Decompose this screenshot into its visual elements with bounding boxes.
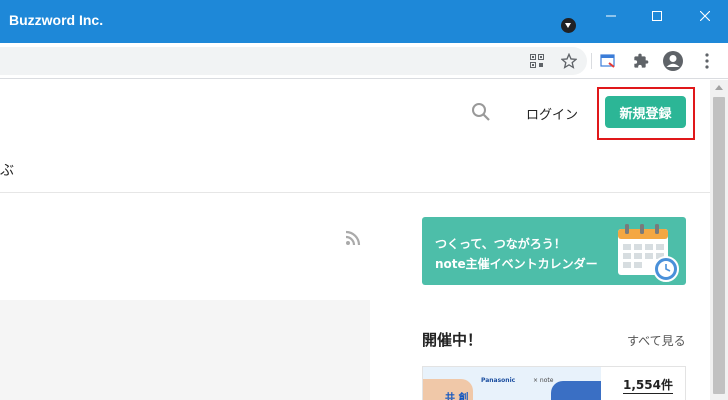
signup-button[interactable]: 新規登録 [605,96,686,128]
star-icon[interactable] [559,51,579,71]
minimize-icon [606,15,616,17]
page-scrollbar[interactable] [710,80,728,400]
scrollbar-thumb[interactable] [713,97,725,394]
note-extension-icon[interactable] [598,51,618,71]
thumb-headline: 共 創 [445,393,469,400]
more-vert-icon[interactable] [697,51,717,71]
header-divider [0,192,710,193]
close-icon [700,11,710,21]
profile-icon[interactable] [663,51,683,71]
see-all-link[interactable]: すべて見る [627,332,686,349]
scroll-up-arrow-icon[interactable] [715,85,723,90]
content-card[interactable] [0,300,370,400]
nav-item-partial[interactable]: ぶ [0,160,14,180]
tab-search-icon[interactable] [561,18,576,33]
minimize-button[interactable] [588,0,634,32]
event-thumbnail: Panasonic × note 共 創 [423,367,601,400]
event-calendar-banner[interactable]: つくって、つながろう！ note主催イベントカレンダー [422,217,686,285]
thumb-brand-2: × note [533,377,554,384]
event-count[interactable]: 1,554件 [623,377,673,394]
browser-toolbar [0,43,728,79]
thumb-brand-1: Panasonic [481,377,516,384]
close-button[interactable] [682,0,728,32]
maximize-button[interactable] [634,0,680,32]
maximize-icon [652,11,662,21]
calendar-clock-icon [618,224,679,282]
puzzle-icon[interactable] [631,51,651,71]
banner-line-1: つくって、つながろう！ [435,237,566,251]
address-bar[interactable] [0,47,587,75]
rss-icon[interactable] [345,230,361,246]
window-titlebar: Buzzword Inc. [0,0,728,43]
section-title-ongoing: 開催中！ [422,331,483,349]
search-icon[interactable] [471,102,491,122]
window-title: Buzzword Inc. [9,12,104,28]
qr-code-icon[interactable] [527,51,547,71]
banner-line-2: note主催イベントカレンダー [435,257,598,271]
event-card[interactable]: Panasonic × note 共 創 1,554件 [422,366,686,400]
login-link[interactable]: ログイン [526,104,578,123]
toolbar-separator [591,53,592,69]
